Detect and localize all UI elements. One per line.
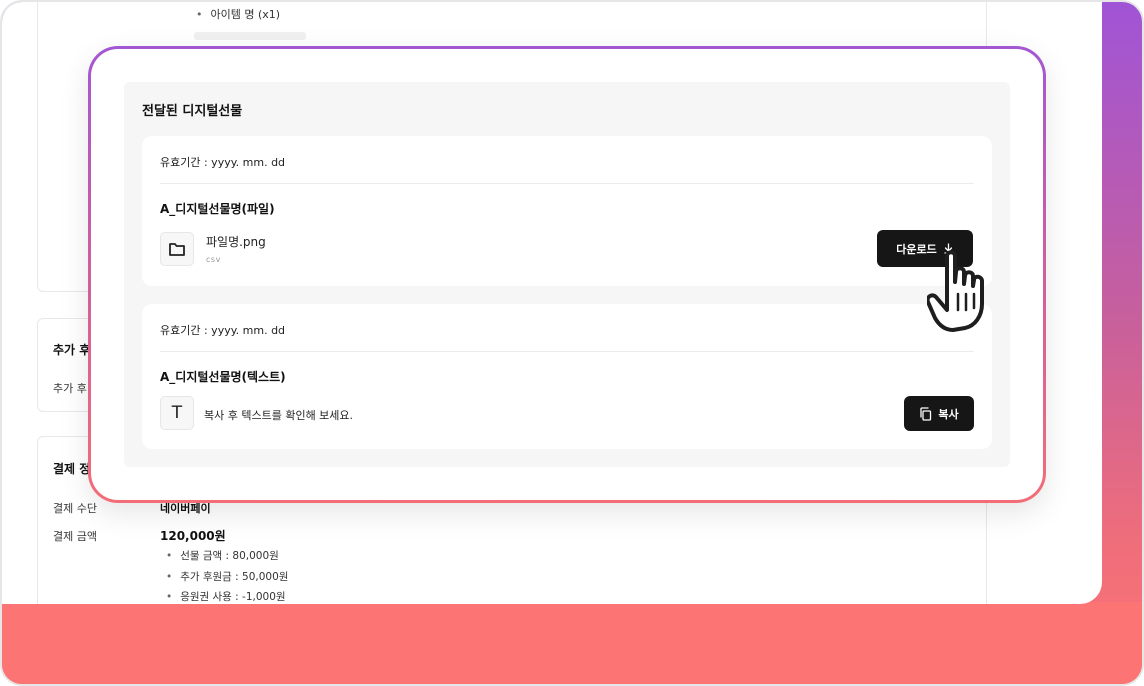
digital-gift-modal: 전달된 디지털선물 유효기간 : yyyy. mm. dd A_디지털선물명(파… — [88, 46, 1046, 503]
item-bullet: 아이템 명 (x1) — [196, 6, 281, 22]
validity-text: 유효기간 : yyyy. mm. dd — [160, 324, 286, 337]
device-frame: 아이템 명 (x1) 추가 후 추가 후 결제 정 결제 수단 네이버페이 결제… — [0, 0, 1144, 686]
gift-name: A_디지털선물명(텍스트) — [160, 370, 286, 384]
validity-text: 유효기간 : yyyy. mm. dd — [160, 156, 286, 169]
delivered-gifts-panel: 전달된 디지털선물 유효기간 : yyyy. mm. dd A_디지털선물명(파… — [124, 82, 1010, 467]
breakdown-item: 선물 금액 : 80,000원 — [166, 548, 279, 563]
payment-amount-label: 결제 금액 — [53, 530, 97, 543]
breakdown-item: 응원권 사용 : -1,000원 — [166, 589, 285, 604]
copy-icon — [919, 406, 932, 421]
breakdown-item: 추가 후원금 : 50,000원 — [166, 569, 288, 584]
gift-name: A_디지털선물명(파일) — [160, 202, 275, 216]
gradient-band — [2, 602, 1142, 684]
card-divider — [160, 351, 974, 352]
extra-section-heading: 추가 후 — [53, 343, 91, 357]
folder-icon — [160, 232, 194, 266]
payment-amount-value: 120,000원 — [160, 529, 226, 543]
copy-label: 복사 — [938, 407, 959, 421]
text-gift-description: 복사 후 텍스트를 확인해 보세요. — [204, 409, 354, 422]
modal-body: 전달된 디지털선물 유효기간 : yyyy. mm. dd A_디지털선물명(파… — [91, 49, 1043, 500]
text-type-icon: T — [160, 396, 194, 430]
file-gift-card: 유효기간 : yyyy. mm. dd A_디지털선물명(파일) 파일명.png… — [142, 136, 992, 286]
extra-row-label: 추가 후 — [53, 382, 87, 395]
payment-section-heading: 결제 정 — [53, 462, 91, 476]
text-glyph: T — [171, 403, 183, 423]
hand-pointer-icon — [925, 250, 1007, 344]
payment-method-label: 결제 수단 — [53, 502, 97, 515]
panel-title: 전달된 디지털선물 — [142, 104, 243, 119]
file-name: 파일명.png — [206, 235, 266, 249]
card-divider — [160, 183, 974, 184]
text-gift-card: 유효기간 : yyyy. mm. dd A_디지털선물명(텍스트) T 복사 후… — [142, 304, 992, 449]
file-type: csv — [206, 255, 221, 264]
copy-button[interactable]: 복사 — [904, 396, 974, 431]
item-chip — [194, 32, 306, 40]
